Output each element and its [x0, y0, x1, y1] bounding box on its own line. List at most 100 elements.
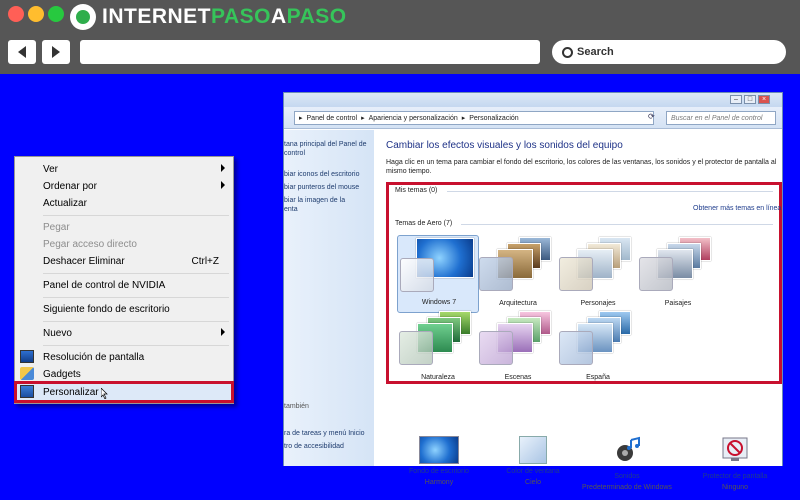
search-label: Search	[577, 46, 614, 58]
window-titlebar: – □ ×	[284, 93, 782, 107]
theme-name: Paisajes	[664, 300, 692, 307]
search-icon	[562, 46, 573, 58]
minimize-window-button[interactable]	[28, 6, 44, 22]
theme-escenas[interactable]: Escenas	[477, 309, 559, 387]
breadcrumb-item[interactable]: Personalización	[469, 115, 518, 122]
window-preview	[479, 257, 513, 291]
setting-value: Harmony	[424, 479, 454, 486]
forward-arrow-icon	[52, 46, 60, 58]
menu-item-nuevo[interactable]: Nuevo	[15, 324, 233, 342]
menu-item-resolucion[interactable]: Resolución de pantalla	[15, 348, 233, 366]
menu-separator	[43, 297, 229, 298]
setting-value: Predeterminado de Windows	[582, 484, 672, 491]
desktop-background-setting[interactable]: Fondo de escritorio Harmony	[394, 436, 484, 496]
browser-chrome: INTERNET PASO A PASO Search	[0, 0, 800, 74]
forward-button[interactable]	[42, 40, 70, 64]
my-themes-label: Mis temas (0)	[395, 187, 438, 194]
minimize-icon[interactable]: –	[730, 95, 742, 104]
menu-item-label: Deshacer Eliminar	[43, 255, 125, 267]
menu-item-label: Ver	[43, 163, 59, 175]
sidebar-link-taskbar[interactable]: ra de tareas y menú Inicio	[284, 429, 372, 438]
theme-name: Escenas	[504, 374, 532, 381]
more-themes-link[interactable]: Obtener más temas en línea	[693, 205, 781, 212]
menu-item-pegar: Pegar	[15, 218, 233, 236]
logo-text-3: A	[270, 5, 287, 28]
sidebar-link-pointers[interactable]: biar punteros del mouse	[284, 183, 372, 192]
menu-item-ver[interactable]: Ver	[15, 160, 233, 178]
desktop-background-icon	[419, 436, 459, 464]
sounds-setting[interactable]: Sonidos Predeterminado de Windows	[582, 436, 672, 496]
address-toolbar: ▸ Panel de control ▸ Apariencia y person…	[284, 107, 782, 129]
menu-item-label: Panel de control de NVIDIA	[43, 279, 166, 291]
divider	[461, 224, 773, 225]
themes-panel: Mis temas (0) Obtener más temas en línea…	[386, 182, 782, 384]
theme-name: Windows 7	[421, 299, 457, 306]
menu-item-nvidia[interactable]: Panel de control de NVIDIA	[15, 276, 233, 294]
sidebar-link-accessibility[interactable]: tro de accesibilidad	[284, 442, 372, 451]
window-preview	[559, 257, 593, 291]
desktop-context-menu: Ver Ordenar por Actualizar Pegar Pegar a…	[14, 156, 234, 404]
search-input[interactable]: Search	[552, 40, 786, 64]
gadgets-icon	[20, 367, 34, 380]
cp-main: Cambiar los efectos visuales y los sonid…	[374, 130, 782, 491]
aero-themes-label: Temas de Aero (7)	[395, 220, 453, 227]
theme-arquitectura[interactable]: Arquitectura	[477, 235, 559, 313]
close-window-button[interactable]	[8, 6, 24, 22]
menu-item-label: Pegar acceso directo	[43, 238, 137, 250]
close-icon[interactable]: ×	[758, 95, 770, 104]
highlight-box	[14, 381, 234, 403]
chevron-right-icon: ▸	[361, 115, 365, 122]
menu-item-actualizar[interactable]: Actualizar	[15, 194, 233, 212]
divider	[447, 191, 773, 192]
menu-item-ordenar[interactable]: Ordenar por	[15, 177, 233, 195]
logo-text-2: PASO	[211, 5, 271, 28]
setting-label[interactable]: Fondo de escritorio	[394, 468, 484, 475]
theme-naturaleza[interactable]: Naturaleza	[397, 309, 479, 387]
monitor-icon	[20, 350, 34, 363]
breadcrumb[interactable]: ▸ Panel de control ▸ Apariencia y person…	[294, 111, 654, 125]
window-preview	[639, 257, 673, 291]
sidebar-link-icons[interactable]: biar iconos del escritorio	[284, 170, 372, 179]
cp-sidebar: tana principal del Panel de control biar…	[284, 130, 374, 466]
maximize-window-button[interactable]	[48, 6, 64, 22]
window-preview	[559, 331, 593, 365]
setting-label[interactable]: Color de ventana	[488, 468, 578, 475]
menu-separator	[43, 273, 229, 274]
maximize-icon[interactable]: □	[744, 95, 756, 104]
theme-windows7[interactable]: Windows 7	[397, 235, 479, 313]
breadcrumb-item[interactable]: Apariencia y personalización	[369, 115, 458, 122]
menu-item-label: Gadgets	[43, 368, 81, 380]
address-bar[interactable]	[80, 40, 540, 64]
setting-label[interactable]: Protector de pantalla	[690, 473, 780, 480]
window-preview	[399, 331, 433, 365]
submenu-arrow-icon	[221, 181, 225, 189]
menu-item-label: Pegar	[43, 221, 70, 233]
sidebar-link-account-picture[interactable]: biar la imagen de la enta	[284, 196, 372, 214]
theme-personajes[interactable]: Personajes	[557, 235, 639, 313]
menu-item-siguiente-fondo[interactable]: Siguiente fondo de escritorio	[15, 300, 233, 318]
refresh-icon[interactable]: ⟳	[648, 112, 655, 121]
sidebar-link-home[interactable]: tana principal del Panel de control	[284, 140, 372, 158]
menu-item-deshacer[interactable]: Deshacer Eliminar Ctrl+Z	[15, 252, 233, 270]
screensaver-setting[interactable]: Protector de pantalla Ninguno	[690, 436, 780, 496]
window-preview	[479, 331, 513, 365]
page-description: Haga clic en un tema para cambiar el fon…	[386, 159, 777, 175]
sidebar-see-also: también	[284, 403, 309, 410]
setting-label[interactable]: Sonidos	[582, 473, 672, 480]
cp-search-input[interactable]: Buscar en el Panel de control	[666, 111, 776, 125]
shortcut-label: Ctrl+Z	[191, 255, 220, 267]
theme-name: Arquitectura	[499, 300, 537, 307]
window-color-setting[interactable]: Color de ventana Cielo	[488, 436, 578, 496]
theme-paisajes[interactable]: Paisajes	[637, 235, 719, 313]
back-arrow-icon	[18, 46, 26, 58]
theme-name: Naturaleza	[421, 374, 455, 381]
submenu-arrow-icon	[221, 328, 225, 336]
theme-espana[interactable]: España	[557, 309, 639, 387]
menu-item-label: Siguiente fondo de escritorio	[43, 303, 170, 315]
page-title: Cambiar los efectos visuales y los sonid…	[386, 140, 623, 151]
menu-item-label: Actualizar	[43, 197, 87, 209]
menu-separator	[43, 215, 229, 216]
back-button[interactable]	[8, 40, 36, 64]
breadcrumb-item[interactable]: Panel de control	[307, 115, 358, 122]
logo-text-4: PASO	[286, 5, 347, 28]
